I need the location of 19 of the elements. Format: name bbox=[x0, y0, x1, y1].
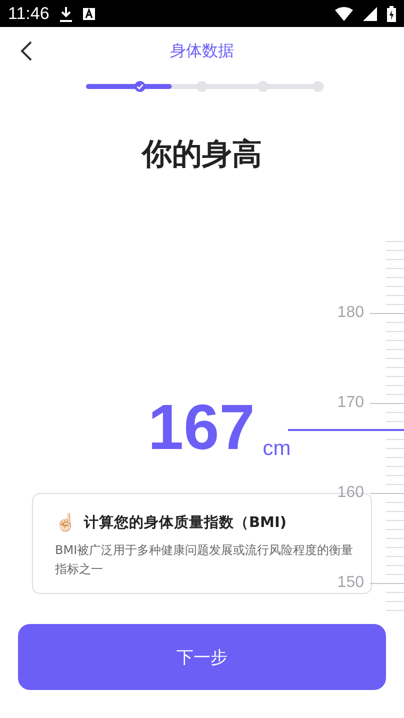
pointing-hand-icon: ☝🏻 bbox=[55, 512, 76, 533]
height-value: 167 bbox=[148, 395, 255, 459]
wifi-icon bbox=[335, 6, 353, 20]
download-icon bbox=[59, 6, 74, 22]
status-time: 11:46 bbox=[8, 4, 50, 24]
ruler-label: 150 bbox=[337, 574, 364, 592]
card-text: BMI被广泛用于多种健康问题发展或流行风险程度的衡量指标之一 bbox=[55, 542, 354, 576]
page-title: 身体数据 bbox=[170, 40, 234, 62]
battery-icon bbox=[387, 6, 396, 22]
ruler-label: 170 bbox=[337, 394, 364, 412]
card-title: 计算您的身体质量指数（BMI) bbox=[84, 514, 287, 532]
ruler-label: 180 bbox=[337, 304, 364, 322]
back-button[interactable] bbox=[18, 39, 34, 63]
next-button[interactable]: 下一步 bbox=[18, 624, 386, 690]
ruler-label: 160 bbox=[337, 484, 364, 502]
height-unit: cm bbox=[262, 437, 291, 461]
question-heading: 你的身高 bbox=[140, 136, 263, 174]
signal-icon bbox=[363, 6, 377, 20]
keyboard-icon bbox=[83, 8, 96, 20]
